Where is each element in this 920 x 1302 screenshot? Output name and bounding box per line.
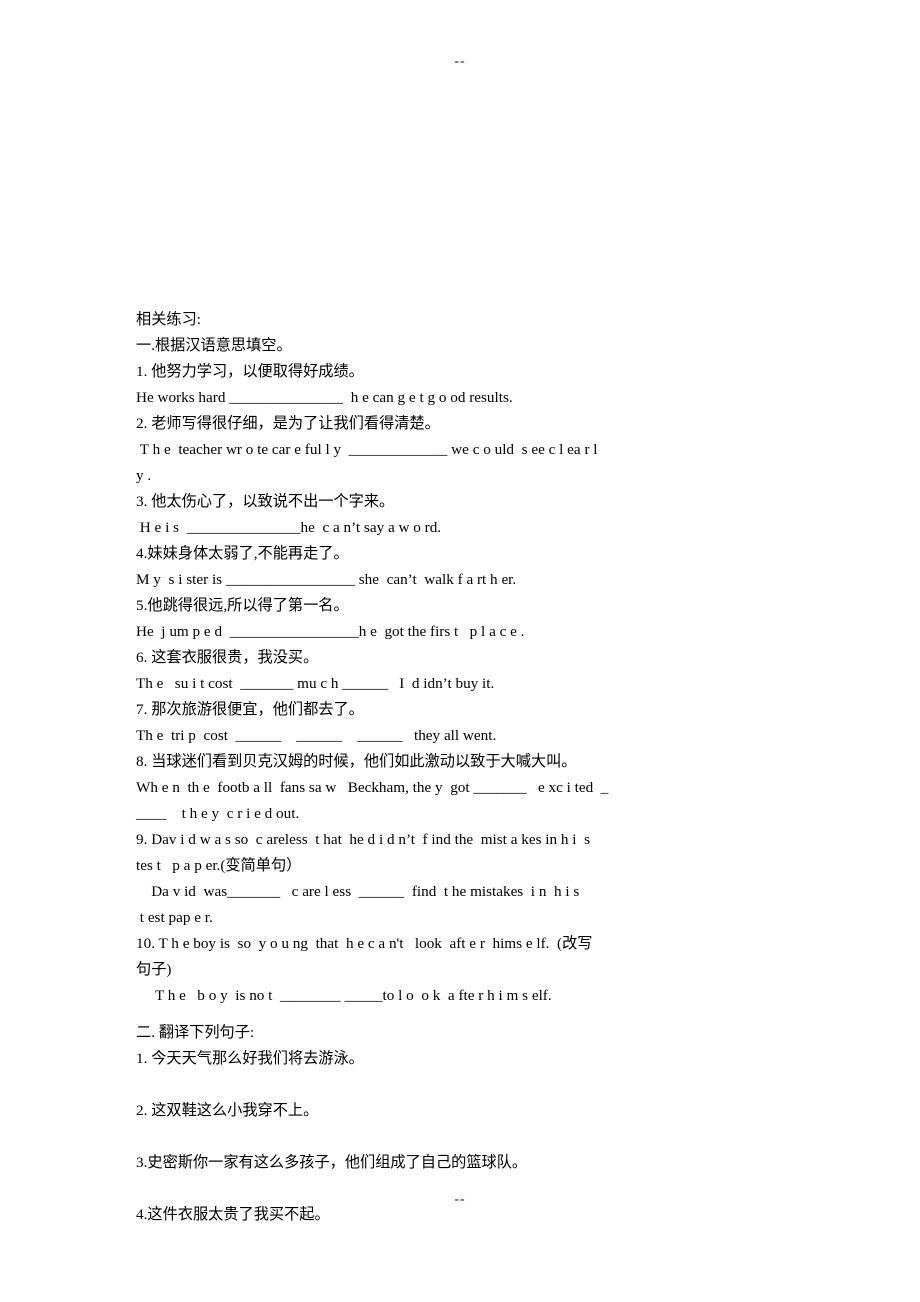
item-10-answer-line[interactable]: T h e b o y is no t ________ _____to l o… bbox=[136, 983, 788, 1009]
item-8-answer-line[interactable]: Wh e n th e footb a ll fans sa w Beckham… bbox=[136, 775, 788, 801]
item-2-answer-line-cont[interactable]: y . bbox=[136, 463, 788, 489]
page-header-mark: -- bbox=[454, 54, 466, 69]
item-7-answer-line[interactable]: Th e tri p cost ______ ______ ______ the… bbox=[136, 723, 788, 749]
item-9-prompt: 9. Dav i d w a s so c areless t hat he d… bbox=[136, 831, 591, 848]
worksheet-body: 相关练习: 一.根据汉语意思填空。 1. 他努力学习，以便取得好成绩。 He w… bbox=[136, 307, 788, 1254]
item-3-prompt: 3. 他太伤心了，以致说不出一个字来。 bbox=[136, 493, 395, 510]
item-2-answer-line[interactable]: T h e teacher wr o te car e ful l y ____… bbox=[136, 437, 788, 463]
item-10-prompt-cont: 句子) bbox=[136, 961, 172, 978]
document-page: -- 相关练习: 一.根据汉语意思填空。 1. 他努力学习，以便取得好成绩。 H… bbox=[0, 0, 920, 1302]
item-5-prompt: 5.他跳得很远,所以得了第一名。 bbox=[136, 597, 349, 614]
item-9-prompt-cont: tes t p a p er.(变简单句） bbox=[136, 857, 302, 874]
translate-item-4-answer-space[interactable] bbox=[136, 1228, 788, 1254]
section-spacer bbox=[136, 1009, 788, 1020]
item-5-answer-line[interactable]: He j um p e d _________________h e got t… bbox=[136, 619, 788, 645]
item-10-prompt: 10. T h e boy is so y o u ng that h e c … bbox=[136, 935, 593, 952]
item-8-answer-line-cont[interactable]: ____ t h e y c r i e d out. bbox=[136, 801, 788, 827]
translate-item-2-prompt: 2. 这双鞋这么小我穿不上。 bbox=[136, 1102, 319, 1119]
item-6-prompt: 6. 这套衣服很贵，我没买。 bbox=[136, 649, 319, 666]
item-1-answer-line[interactable]: He works hard _______________ h e can g … bbox=[136, 385, 788, 411]
translate-item-1-prompt: 1. 今天天气那么好我们将去游泳。 bbox=[136, 1050, 364, 1067]
item-9-answer-line-cont[interactable]: t est pap e r. bbox=[136, 905, 788, 931]
translate-item-1-answer-space[interactable] bbox=[136, 1072, 788, 1098]
item-7-prompt: 7. 那次旅游很便宜，他们都去了。 bbox=[136, 701, 364, 718]
item-9-answer-line[interactable]: Da v id was_______ c are l ess ______ fi… bbox=[136, 879, 788, 905]
item-2-prompt: 2. 老师写得很仔细，是为了让我们看得清楚。 bbox=[136, 415, 440, 432]
intro-heading: 相关练习: bbox=[136, 311, 201, 328]
item-3-answer-line[interactable]: H e i s _______________he c a n’t say a … bbox=[136, 515, 788, 541]
section-two-heading: 二. 翻译下列句子: bbox=[136, 1024, 255, 1041]
page-footer-mark: -- bbox=[454, 1192, 466, 1207]
translate-item-3-prompt: 3.史密斯你一家有这么多孩子，他们组成了自己的篮球队。 bbox=[136, 1154, 528, 1171]
item-4-prompt: 4.妹妹身体太弱了,不能再走了。 bbox=[136, 545, 349, 562]
item-1-prompt: 1. 他努力学习，以便取得好成绩。 bbox=[136, 363, 364, 380]
item-4-answer-line[interactable]: M y s i ster is _________________ she ca… bbox=[136, 567, 788, 593]
translate-item-2-answer-space[interactable] bbox=[136, 1124, 788, 1150]
item-8-prompt: 8. 当球迷们看到贝克汉姆的时候，他们如此激动以致于大喊大叫。 bbox=[136, 753, 577, 770]
section-one-heading: 一.根据汉语意思填空。 bbox=[136, 337, 292, 354]
item-6-answer-line[interactable]: Th e su i t cost _______ mu c h ______ I… bbox=[136, 671, 788, 697]
